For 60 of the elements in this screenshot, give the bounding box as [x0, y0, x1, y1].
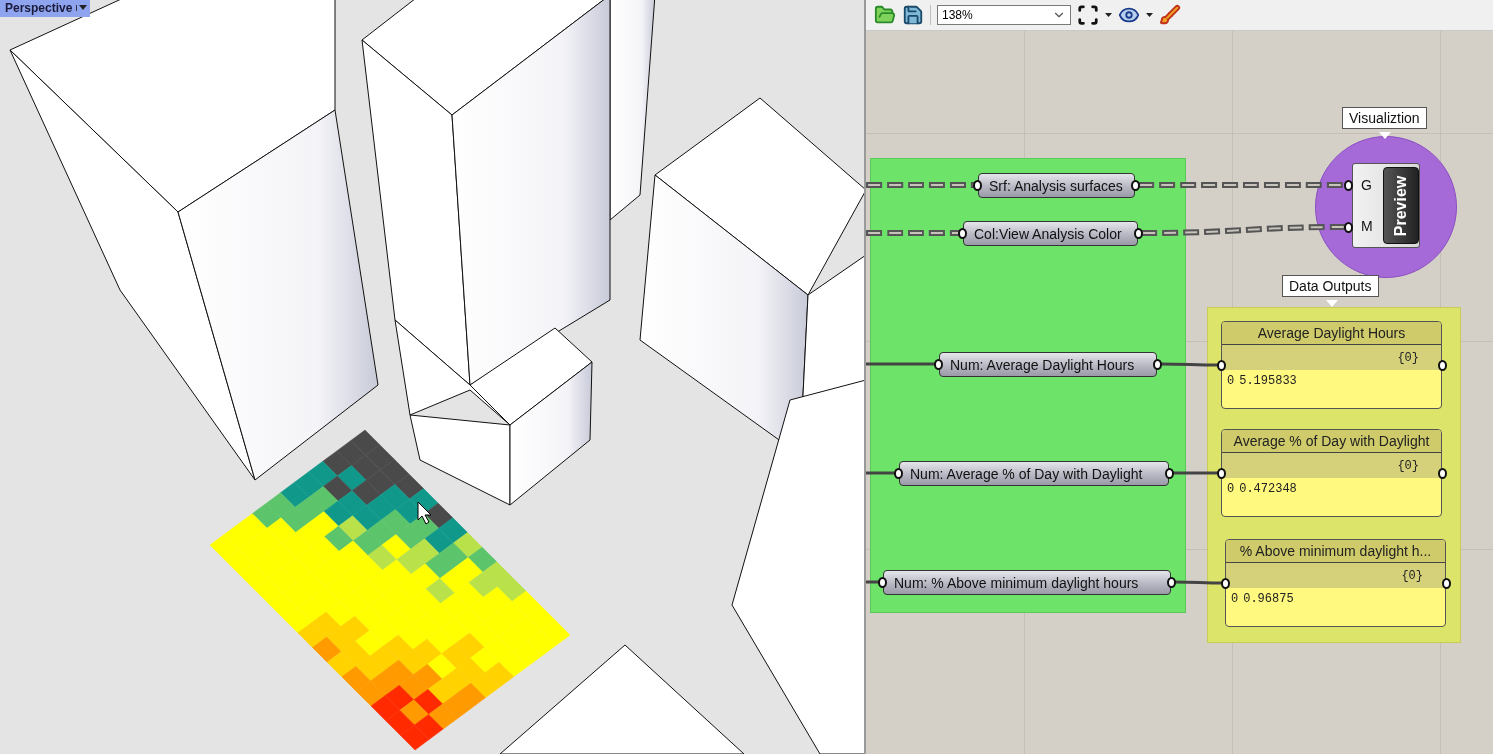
input-port[interactable] [958, 228, 967, 239]
brush-icon[interactable] [1159, 4, 1181, 26]
viewport-tab[interactable]: Perspective [0, 0, 91, 17]
param-node[interactable]: Num: Average Daylight Hours [939, 352, 1157, 377]
input-port[interactable] [894, 468, 903, 479]
data-panel[interactable]: Average Daylight Hours {0} 0 5.195833 [1221, 321, 1442, 409]
callout-pointer [1326, 300, 1338, 307]
output-port[interactable] [1131, 180, 1140, 191]
component-title: Preview [1392, 175, 1410, 236]
output-port[interactable] [1438, 468, 1447, 479]
wire [866, 471, 896, 475]
data-value: 0.96875 [1243, 592, 1294, 606]
input-port[interactable] [1217, 360, 1226, 371]
data-path: {0} [1397, 350, 1419, 365]
data-panel[interactable]: % Above minimum daylight h... {0} 0 0.96875 [1225, 539, 1446, 627]
input-port[interactable] [934, 359, 943, 370]
input-port[interactable] [1344, 222, 1353, 233]
input-port[interactable] [1217, 468, 1226, 479]
input-label: M [1361, 218, 1374, 235]
panel-title: % Above minimum daylight h... [1226, 540, 1445, 563]
output-port[interactable] [1134, 228, 1143, 239]
cursor-icon [417, 501, 432, 525]
data-value: 5.195833 [1239, 374, 1297, 388]
caret-icon[interactable] [76, 5, 88, 11]
panel-title: Average % of Day with Daylight [1222, 430, 1441, 453]
group-label[interactable]: Data Outputs [1282, 275, 1379, 297]
caret-icon[interactable] [1146, 12, 1153, 18]
data-value: 0.472348 [1239, 482, 1297, 496]
input-port[interactable] [1344, 180, 1353, 191]
group-label[interactable]: Visualiztion [1342, 107, 1427, 129]
zoom-dropdown[interactable]: 138% [937, 5, 1071, 25]
wire [866, 362, 936, 366]
param-node[interactable]: Num: Average % of Day with Daylight [899, 461, 1169, 486]
output-port[interactable] [1438, 360, 1447, 371]
row-index: 0 [1227, 374, 1235, 388]
panel-title: Average Daylight Hours [1222, 322, 1441, 345]
output-port[interactable] [1153, 359, 1162, 370]
input-port[interactable] [973, 180, 982, 191]
output-port[interactable] [1442, 578, 1451, 589]
data-panel[interactable]: Average % of Day with Daylight {0} 0 0.472348 [1221, 429, 1442, 517]
param-node[interactable]: Num: % Above minimum daylight hours [883, 570, 1171, 595]
data-path: {0} [1397, 458, 1419, 473]
save-icon[interactable] [902, 4, 924, 26]
callout-pointer [1379, 132, 1391, 139]
data-path: {0} [1401, 568, 1423, 583]
param-node[interactable]: Col:View Analysis Color [963, 221, 1138, 246]
param-node[interactable]: Srf: Analysis surfaces [978, 173, 1135, 198]
wire [866, 580, 880, 584]
output-port[interactable] [1165, 468, 1174, 479]
caret-icon[interactable] [1105, 12, 1112, 18]
viewport-title: Perspective [5, 1, 73, 15]
output-port[interactable] [1167, 577, 1176, 588]
row-index: 0 [1227, 482, 1235, 496]
preview-component[interactable]: G M Preview [1352, 163, 1420, 248]
zoom-extents-icon[interactable] [1077, 4, 1099, 26]
folder-icon[interactable] [874, 4, 896, 26]
input-port[interactable] [878, 577, 887, 588]
input-port[interactable] [1221, 578, 1230, 589]
row-index: 0 [1231, 592, 1239, 606]
input-label: G [1361, 176, 1373, 193]
